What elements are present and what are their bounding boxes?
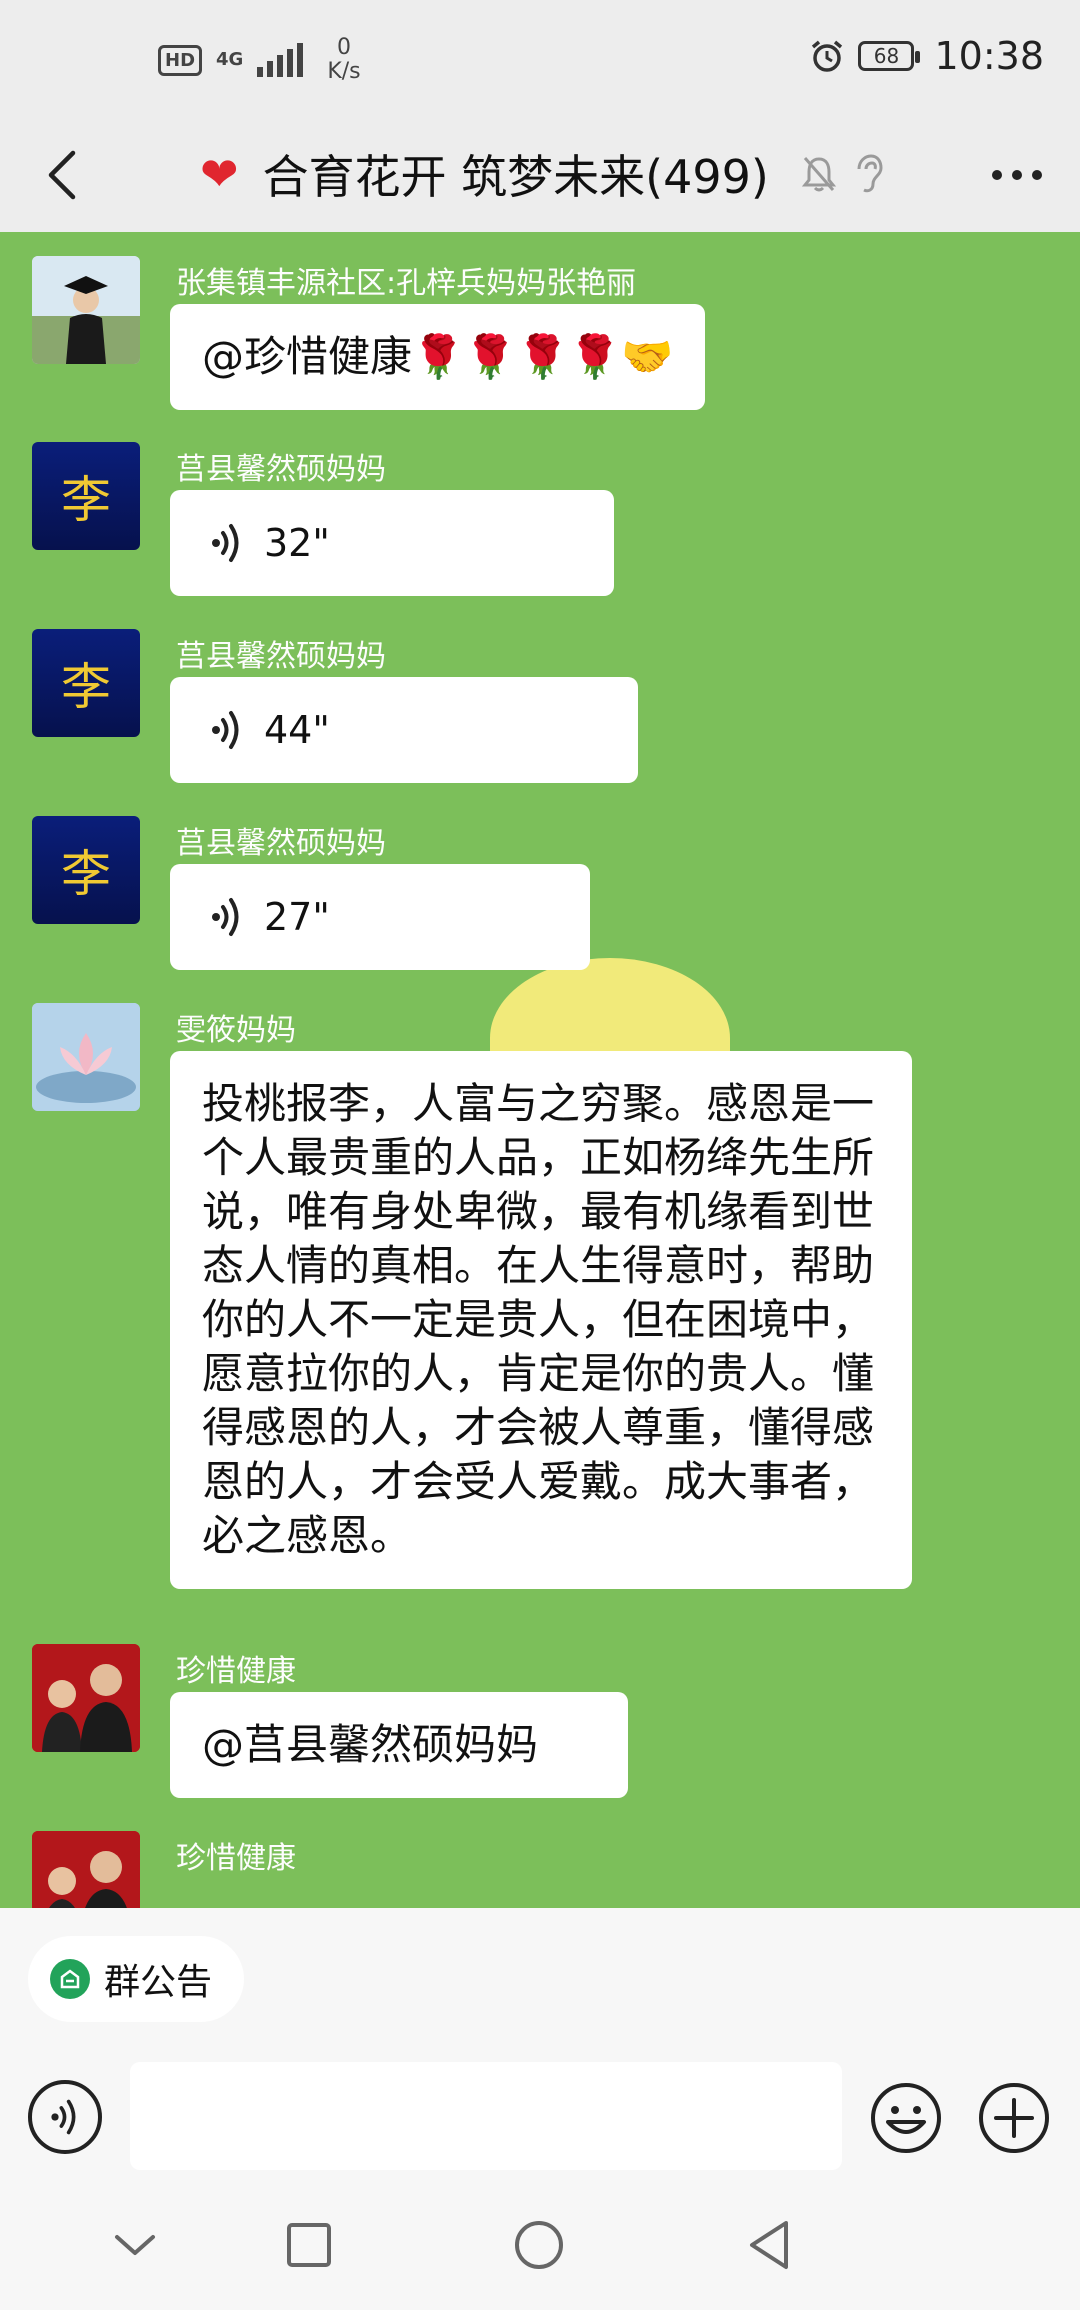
plus-icon[interactable] — [976, 2080, 1052, 2156]
sender-name: 珍惜健康 — [176, 1841, 296, 1876]
status-left: HD 4G 0 K/s — [158, 36, 361, 84]
avatar[interactable] — [32, 1831, 140, 1908]
emoji-icon[interactable] — [868, 2080, 944, 2156]
voice-bubble[interactable]: 32" — [170, 490, 614, 596]
battery-level: 68 — [873, 44, 900, 68]
avatar[interactable]: 李 — [32, 629, 140, 737]
group-notice-label: 群公告 — [104, 1962, 213, 2003]
voice-duration: 27" — [264, 895, 330, 939]
chat-header: ❤ 合育花开 筑梦未来(499) — [0, 120, 1080, 232]
network-type: 4G — [216, 49, 244, 70]
more-dots-icon — [992, 170, 1002, 180]
sender-name: 雯筱妈妈 — [176, 1013, 296, 1048]
chevron-down-icon — [115, 2235, 155, 2255]
back-button[interactable] — [30, 142, 96, 208]
status-right: 68 10:38 — [810, 34, 1044, 78]
text-bubble[interactable]: @莒县馨然硕妈妈 — [170, 1692, 628, 1798]
voice-bubble[interactable]: 27" — [170, 864, 590, 970]
speed-value: 0 — [336, 35, 351, 60]
sender-name: 珍惜健康 — [176, 1654, 296, 1689]
voice-duration: 44" — [264, 708, 330, 752]
avatar[interactable]: 李 — [32, 442, 140, 550]
text-bubble[interactable]: 投桃报李，人富与之穷聚。感恩是一个人最贵重的人品，正如杨绛先生所说，唯有身处卑微… — [170, 1051, 912, 1589]
voice-bubble[interactable]: 44" — [170, 677, 638, 783]
voice-wave-icon — [212, 524, 239, 562]
voice-wave-icon — [212, 898, 239, 936]
battery-icon: 68 — [858, 41, 921, 71]
group-notice-button[interactable]: 群公告 — [28, 1936, 245, 2022]
back-arrow-icon — [48, 150, 76, 200]
avatar-family-image — [32, 1644, 140, 1752]
avatar-li-text: 李 — [61, 845, 111, 903]
heart-emoji-icon: ❤ — [200, 147, 239, 201]
system-nav-bar — [0, 2180, 1080, 2310]
message-text: @珍惜健康🌹🌹🌹🌹🤝 — [202, 332, 674, 381]
notice-icon — [50, 1959, 90, 1999]
ear-icon — [857, 154, 883, 193]
voice-duration: 32" — [264, 521, 330, 565]
more-button[interactable] — [982, 142, 1052, 208]
avatar[interactable] — [32, 1644, 140, 1752]
voice-wave-icon — [212, 711, 239, 749]
hd-badge: HD — [158, 44, 203, 76]
nav-back-button[interactable] — [736, 2212, 802, 2278]
avatar-lotus-image — [32, 1003, 140, 1111]
title-wrap: ❤ 合育花开 筑梦未来(499) — [200, 144, 883, 204]
input-bar — [0, 2058, 1080, 2180]
speed-unit: K/s — [327, 59, 361, 84]
avatar-li-text: 李 — [61, 471, 111, 529]
nav-recents-button[interactable] — [276, 2212, 342, 2278]
mute-bell-icon — [801, 157, 836, 192]
circle-icon — [515, 2221, 563, 2269]
avatar[interactable]: 李 — [32, 816, 140, 924]
sender-name: 张集镇丰源社区:孔梓兵妈妈张艳丽 — [176, 266, 637, 301]
square-icon — [287, 2223, 331, 2267]
avatar[interactable] — [32, 256, 140, 364]
message-text: @莒县馨然硕妈妈 — [202, 1720, 539, 1769]
status-bar: HD 4G 0 K/s 68 10:38 — [0, 0, 1080, 120]
notice-area: 群公告 — [0, 1908, 1080, 2058]
message-input[interactable] — [130, 2062, 842, 2170]
nav-hide-keyboard-button[interactable] — [102, 2212, 168, 2278]
text-bubble[interactable]: @珍惜健康🌹🌹🌹🌹🤝 — [170, 304, 706, 410]
voice-wave-icon — [51, 2099, 76, 2135]
notice-house-icon — [60, 1969, 80, 1989]
more-dot — [1012, 170, 1022, 180]
avatar-family-image — [32, 1831, 140, 1908]
clock: 10:38 — [934, 34, 1044, 78]
sender-name: 莒县馨然硕妈妈 — [176, 639, 386, 674]
sender-name: 莒县馨然硕妈妈 — [176, 826, 386, 861]
more-dot — [1032, 170, 1042, 180]
avatar-li-text: 李 — [61, 658, 111, 716]
nav-home-button[interactable] — [506, 2212, 572, 2278]
alarm-icon — [812, 40, 843, 72]
avatar-graduate-image — [32, 256, 140, 364]
triangle-back-icon — [750, 2221, 788, 2269]
chat-area[interactable]: 张集镇丰源社区:孔梓兵妈妈张艳丽 @珍惜健康🌹🌹🌹🌹🤝 李 莒县馨然硕妈妈 32… — [0, 232, 1080, 1908]
signal-icon — [257, 43, 304, 77]
avatar[interactable] — [32, 1003, 140, 1111]
page-title[interactable]: 合育花开 筑梦未来(499) — [263, 141, 769, 207]
voice-input-button[interactable] — [28, 2080, 102, 2154]
network-speed: 0 K/s — [327, 36, 360, 84]
title-status-icons — [801, 153, 883, 195]
message-text: 投桃报李，人富与之穷聚。感恩是一个人最贵重的人品，正如杨绛先生所说，唯有身处卑微… — [202, 1079, 875, 1560]
sender-name: 莒县馨然硕妈妈 — [176, 452, 386, 487]
